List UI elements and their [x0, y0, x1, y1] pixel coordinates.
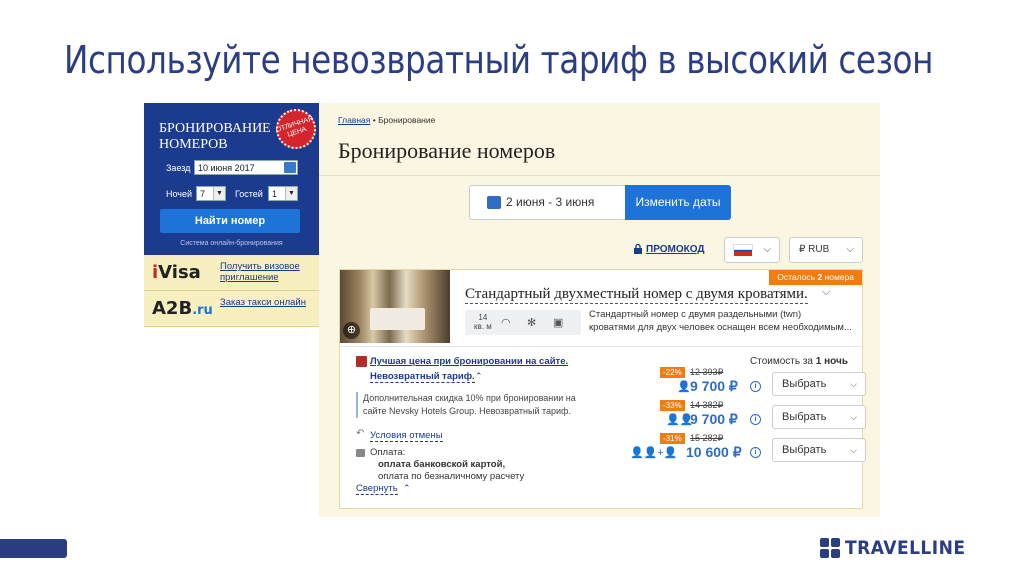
- promocode-link[interactable]: ПРОМОКОД: [634, 244, 705, 255]
- guest-icon: 👤: [677, 381, 691, 393]
- nonrefundable-rate-link[interactable]: Невозвратный тариф.: [370, 371, 475, 383]
- price: 10 600 ₽: [686, 444, 742, 460]
- rate-option: -31% 15 282₽ 👤👤+👤 10 600 ₽ i Выбрать ⌵: [630, 433, 866, 463]
- discount-badge: -31%: [660, 433, 685, 444]
- visa-link[interactable]: Получить визовое приглашение: [220, 261, 315, 283]
- guests-label: Гостей: [235, 189, 263, 199]
- card-divider: [340, 346, 864, 347]
- room-photo[interactable]: ⊕: [340, 270, 450, 343]
- date-range-value: 2 июня - 3 июня: [506, 195, 595, 209]
- russia-flag-icon: [733, 244, 753, 256]
- room-area: 14 кв. м: [474, 313, 492, 331]
- taxi-link[interactable]: Заказ такси онлайн: [220, 297, 315, 308]
- search-button[interactable]: Найти номер: [160, 209, 300, 233]
- rooms-left-badge: Осталось 2 номера: [769, 270, 862, 285]
- visa-promo[interactable]: iVisa Получить визовое приглашение: [144, 255, 319, 291]
- old-price: 15 282₽: [690, 433, 724, 443]
- cancel-icon: ↶: [356, 428, 365, 439]
- calendar-icon: [487, 196, 501, 209]
- nights-label: Ночей: [166, 189, 193, 199]
- cancellation-terms-link[interactable]: Условия отмены: [370, 430, 443, 442]
- cost-per-night: Стоимость за 1 ночь: [750, 356, 848, 367]
- guests-select[interactable]: 1 ▼: [268, 186, 298, 201]
- chevron-down-icon: ▼: [213, 187, 225, 200]
- room-title[interactable]: Стандартный двухместный номер с двумя кр…: [465, 286, 808, 304]
- chevron-down-icon: ⌵: [846, 244, 854, 255]
- info-icon[interactable]: i: [750, 381, 761, 392]
- breadcrumb-current: Бронирование: [378, 115, 436, 125]
- travelline-mark-icon: [820, 538, 840, 558]
- taxi-promo[interactable]: A2B.ru Заказ такси онлайн: [144, 291, 319, 327]
- zoom-icon[interactable]: ⊕: [343, 322, 360, 339]
- chevron-down-icon: ⌵: [850, 379, 857, 389]
- chevron-down-icon: ▼: [285, 187, 297, 200]
- best-price-icon: [356, 356, 367, 367]
- chevron-down-icon: ⌵: [850, 412, 857, 422]
- date-range-field[interactable]: 2 июня - 3 июня: [469, 185, 626, 220]
- room-card: ⊕ Осталось 2 номера Стандартный двухмест…: [339, 269, 866, 509]
- payment-icon: [356, 449, 365, 457]
- booking-panel: Главная • Бронирование Бронирование номе…: [319, 103, 880, 517]
- a2b-logo: A2B.ru: [152, 298, 213, 319]
- booking-widget: Бронирование номеров ОТЛИЧНАЯ ЦЕНА Заезд…: [144, 103, 322, 255]
- payment-info: Оплата: оплата банковской картой, оплата…: [370, 447, 525, 482]
- price: 9 700 ₽: [690, 378, 738, 394]
- rate-description: Дополнительная скидка 10% при бронирован…: [356, 392, 586, 418]
- chevron-down-icon[interactable]: ⌵: [822, 286, 830, 299]
- amenities-bar: 14 кв. м ◠ ✻ ▣: [465, 310, 581, 335]
- checkin-label: Заезд: [166, 163, 191, 173]
- lock-icon: [634, 244, 642, 254]
- checkin-input[interactable]: 10 июня 2017: [194, 160, 298, 175]
- choose-select[interactable]: Выбрать ⌵: [772, 405, 866, 429]
- air-conditioner-icon: ✻: [527, 317, 537, 329]
- title-divider: [319, 175, 880, 176]
- nights-value: 7: [200, 189, 206, 199]
- breadcrumb-separator: •: [372, 115, 376, 125]
- guests-extra-icon: 👤👤+👤: [630, 447, 678, 459]
- checkin-value: 10 июня 2017: [198, 163, 255, 173]
- nights-select[interactable]: 7 ▼: [196, 186, 226, 201]
- discount-badge: -33%: [660, 400, 685, 411]
- guests-value: 1: [272, 189, 278, 199]
- choose-select[interactable]: Выбрать ⌵: [772, 372, 866, 396]
- widget-footer: Система онлайн-бронирования: [180, 240, 283, 247]
- discount-badge: -22%: [660, 367, 685, 378]
- currency-value: ₽ RUB: [799, 244, 830, 255]
- info-icon[interactable]: i: [750, 414, 761, 425]
- brand-name: TRAVELLINE: [845, 537, 966, 559]
- old-price: 12 393₽: [690, 367, 724, 377]
- rate-option: -22% 12 393₽ 👤 9 700 ₽ i Выбрать ⌵: [630, 367, 866, 397]
- footer-accent-bar: [0, 539, 67, 558]
- slide-title: Используйте невозвратный тариф в высокий…: [64, 38, 934, 82]
- description-more-link[interactable]: ...: [844, 322, 852, 333]
- breadcrumb-home[interactable]: Главная: [338, 115, 370, 125]
- chevron-up-icon[interactable]: ⌃: [403, 483, 411, 494]
- chevron-up-icon[interactable]: ⌃: [475, 371, 483, 382]
- widget-title: Бронирование номеров: [159, 121, 271, 152]
- chevron-down-icon: ⌵: [850, 445, 857, 455]
- page-title: Бронирование номеров: [338, 138, 556, 163]
- change-dates-button[interactable]: Изменить даты: [625, 185, 731, 220]
- calendar-icon[interactable]: [284, 162, 296, 173]
- wifi-icon: ◠: [501, 317, 511, 329]
- tv-icon: ▣: [553, 317, 564, 329]
- breadcrumb: Главная • Бронирование: [338, 115, 435, 125]
- choose-select[interactable]: Выбрать ⌵: [772, 438, 866, 462]
- visa-logo: iVisa: [152, 262, 201, 283]
- room-description: Стандартный номер с двумя раздельными (t…: [589, 309, 852, 333]
- price: 9 700 ₽: [690, 411, 738, 427]
- old-price: 14 382₽: [690, 400, 724, 410]
- currency-select[interactable]: ₽ RUB ⌵: [789, 237, 863, 263]
- language-select[interactable]: ⌵: [724, 237, 780, 263]
- collapse-link[interactable]: Свернуть: [356, 483, 398, 495]
- info-icon[interactable]: i: [750, 447, 761, 458]
- best-price-link[interactable]: Лучшая цена при бронировании на сайте.: [356, 356, 568, 367]
- rate-option: -33% 14 382₽ 👤👤 9 700 ₽ i Выбрать ⌵: [630, 400, 866, 430]
- chevron-down-icon: ⌵: [763, 244, 771, 255]
